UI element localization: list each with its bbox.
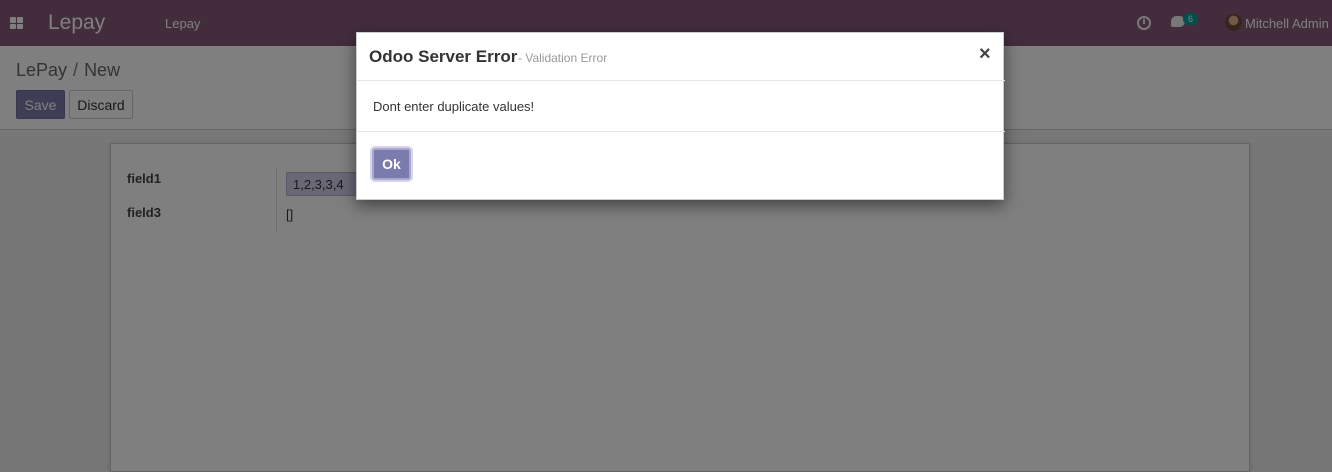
dialog-header: Odoo Server Error - Validation Error × [357, 33, 1005, 81]
dialog-subtitle: - Validation Error [518, 51, 608, 65]
error-dialog: Odoo Server Error - Validation Error × D… [356, 32, 1005, 200]
close-icon[interactable]: × [979, 44, 991, 64]
dialog-title: Odoo Server Error [369, 47, 518, 66]
dialog-body: Dont enter duplicate values! [357, 81, 1005, 132]
dialog-message: Dont enter duplicate values! [373, 99, 535, 114]
ok-button[interactable]: Ok [372, 148, 411, 180]
